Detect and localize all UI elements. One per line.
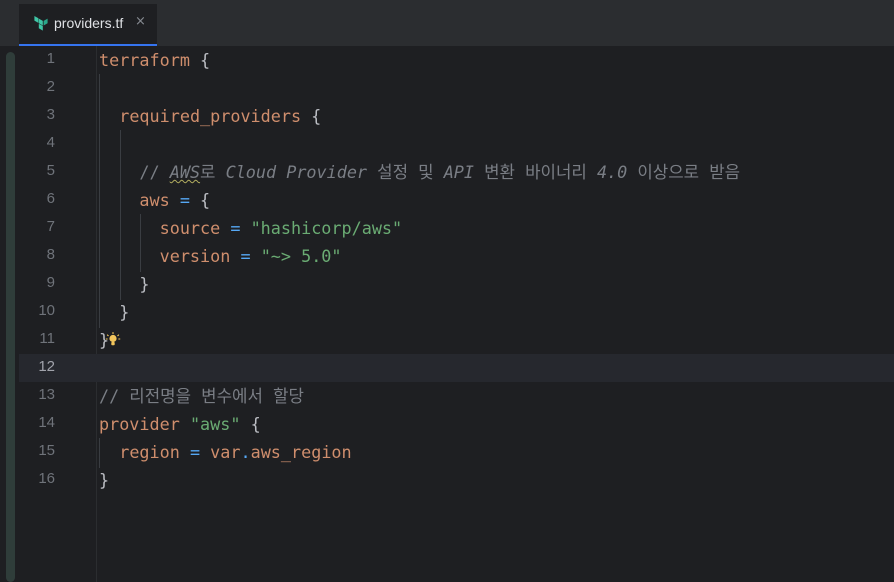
code-line[interactable]: 14 provider "aws" { xyxy=(19,410,894,438)
code-token: = xyxy=(179,190,190,210)
code-token: } xyxy=(99,302,130,322)
tab-close-button[interactable]: × xyxy=(135,14,146,29)
code-line[interactable]: 2 xyxy=(19,74,894,102)
code-text: region = var.aws_region xyxy=(99,440,352,464)
line-number: 4 xyxy=(46,134,55,151)
code-line[interactable]: 12 xyxy=(19,354,894,382)
code-token: provider xyxy=(99,414,180,434)
code-token: version xyxy=(159,246,231,266)
line-number: 15 xyxy=(38,442,55,459)
code-token: "aws" xyxy=(189,414,241,434)
code-token: 로 xyxy=(200,162,226,182)
code-token: var xyxy=(210,442,241,462)
code-token: aws_region xyxy=(250,442,352,462)
line-number: 9 xyxy=(46,274,55,291)
line-number: 7 xyxy=(46,218,55,235)
code-token: { xyxy=(301,106,322,126)
code-line[interactable]: 15 region = var.aws_region xyxy=(19,438,894,466)
code-line[interactable]: 9 } xyxy=(19,270,894,298)
code-token: terraform xyxy=(99,50,190,70)
line-number: 2 xyxy=(46,78,55,95)
line-number: 16 xyxy=(38,470,55,487)
tab-filename: providers.tf xyxy=(54,15,124,31)
code-text: version = "~> 5.0" xyxy=(99,244,342,268)
code-line[interactable]: 6 aws = { xyxy=(19,186,894,214)
line-number: 14 xyxy=(38,414,55,431)
code-token: . xyxy=(240,442,251,462)
code-token: 이상으로 받음 xyxy=(627,162,741,182)
code-token: // 리전명을 변수에서 할당 xyxy=(99,386,304,406)
code-token: { xyxy=(240,414,261,434)
line-number: 13 xyxy=(38,386,55,403)
code-token: } xyxy=(99,274,150,294)
code-token: required_providers xyxy=(119,106,302,126)
code-line[interactable]: 10 } xyxy=(19,298,894,326)
terraform-icon xyxy=(33,16,49,32)
line-number: 6 xyxy=(46,190,55,207)
code-text: // AWS로 Cloud Provider 설정 및 API 변환 바이너리 … xyxy=(99,160,740,184)
code-token: 변환 바이너리 xyxy=(474,162,597,182)
code-token: "hashicorp/aws" xyxy=(250,218,403,238)
code-token: Cloud Provider xyxy=(225,162,368,182)
code-token: 설정 및 xyxy=(367,162,444,182)
code-text: terraform { xyxy=(99,48,210,72)
code-line[interactable]: 4 xyxy=(19,130,894,158)
code-line[interactable]: 16} xyxy=(19,466,894,494)
line-number: 10 xyxy=(38,302,55,319)
line-number: 5 xyxy=(46,162,55,179)
code-token: = xyxy=(230,218,241,238)
code-text: required_providers { xyxy=(99,104,321,128)
code-line[interactable]: 8 version = "~> 5.0" xyxy=(19,242,894,270)
code-line[interactable]: 7 source = "hashicorp/aws" xyxy=(19,214,894,242)
code-line[interactable]: 3 required_providers { xyxy=(19,102,894,130)
code-text: aws = { xyxy=(99,188,210,212)
code-line[interactable]: 13 // 리전명을 변수에서 할당 xyxy=(19,382,894,410)
code-token: } xyxy=(99,470,110,490)
code-text: } xyxy=(99,272,150,296)
code-token: API xyxy=(443,162,474,182)
line-number: 11 xyxy=(39,330,55,347)
code-token: "~> 5.0" xyxy=(260,246,342,266)
lightbulb-icon[interactable] xyxy=(105,332,121,348)
code-token: { xyxy=(189,190,211,210)
code-token: = xyxy=(189,442,201,462)
code-text: // 리전명을 변수에서 할당 xyxy=(99,384,304,408)
code-text: } xyxy=(99,300,129,324)
code-token: { xyxy=(189,50,211,70)
line-number: 1 xyxy=(46,50,55,67)
tab-providers-tf[interactable]: providers.tf × xyxy=(19,4,157,46)
code-token: 4.0 xyxy=(596,162,628,182)
code-token: // xyxy=(99,162,170,182)
code-token: AWS xyxy=(169,162,201,182)
code-token: aws xyxy=(139,190,170,210)
code-text: provider "aws" { xyxy=(99,412,261,436)
editor-tab-bar: providers.tf × xyxy=(0,4,894,47)
line-number: 8 xyxy=(46,246,55,263)
code-line[interactable]: 11} xyxy=(19,326,894,354)
code-line[interactable]: 1 terraform { xyxy=(19,46,894,74)
code-text: } xyxy=(99,468,109,492)
code-token: region xyxy=(119,442,180,462)
line-number: 3 xyxy=(46,106,55,123)
code-token: = xyxy=(240,246,251,266)
code-token: source xyxy=(159,218,221,238)
code-line[interactable]: 5 // AWS로 Cloud Provider 설정 및 API 변환 바이너… xyxy=(19,158,894,186)
code-text: source = "hashicorp/aws" xyxy=(99,216,403,240)
left-scrollbar-thumb[interactable] xyxy=(6,52,15,582)
line-number: 12 xyxy=(38,358,55,375)
